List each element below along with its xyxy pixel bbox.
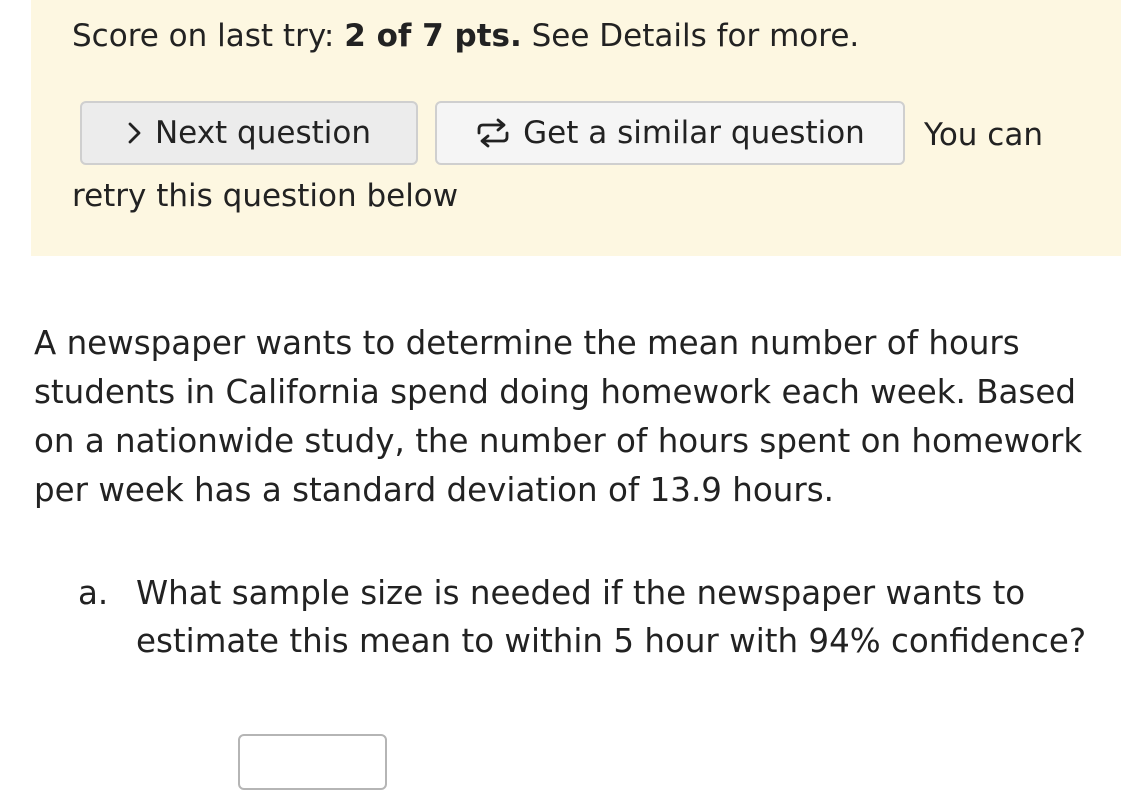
part-a-marker: a.	[78, 574, 109, 612]
retry-note-line2: retry this question below	[72, 178, 459, 214]
score-suffix: See Details for more.	[521, 18, 860, 54]
next-question-button[interactable]: Next question	[80, 101, 418, 165]
part-a-text: What sample size is needed if the newspa…	[136, 574, 1087, 660]
answer-input[interactable]	[238, 734, 387, 790]
score-prefix: Score on last try:	[72, 18, 345, 54]
next-question-label: Next question	[154, 115, 371, 151]
retry-note-line1: You can	[924, 117, 1043, 153]
chevron-right-icon	[127, 122, 143, 144]
score-value: 2 of 7 pts.	[344, 18, 522, 54]
get-similar-question-label: Get a similar question	[523, 115, 865, 151]
score-line: Score on last try: 2 of 7 pts. See Detai…	[72, 14, 859, 58]
score-banner: Score on last try: 2 of 7 pts. See Detai…	[31, 0, 1121, 256]
get-similar-question-button[interactable]: Get a similar question	[435, 101, 905, 165]
repeat-icon	[475, 116, 511, 150]
question-text: A newspaper wants to determine the mean …	[34, 324, 1083, 509]
